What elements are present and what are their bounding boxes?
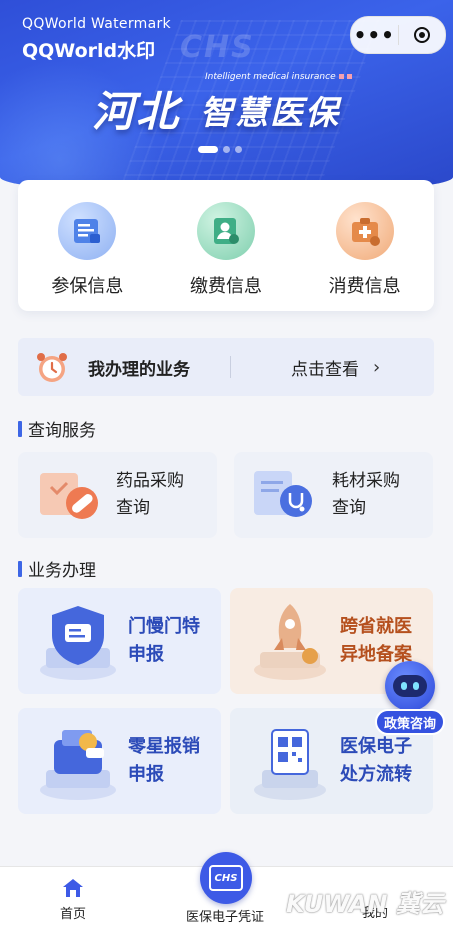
tab-home[interactable]: 首页 (60, 877, 86, 922)
business-item-text: 零星报销 申报 (128, 736, 200, 785)
watermark-logo: KUWAN 冀云 (286, 890, 444, 918)
e-voucher-label: 医保电子凭证 (186, 910, 265, 925)
section-title-query: 查询服务 (18, 416, 96, 441)
carousel-dot[interactable] (235, 146, 242, 153)
view-business-link[interactable]: 点击查看 (291, 355, 359, 380)
banner-chs-logo: CHS (180, 30, 255, 65)
my-business-title: 我办理的业务 (88, 359, 190, 380)
home-icon (63, 879, 83, 897)
quick-item-payment-info[interactable]: 缴费信息 (157, 180, 296, 311)
chs-robot-icon (385, 661, 435, 711)
quick-item-label: 消费信息 (328, 276, 401, 297)
quick-item-label: 缴费信息 (190, 276, 262, 297)
wallet-coin-icon (32, 718, 124, 804)
qr-code-icon (244, 718, 336, 804)
policy-consult-label: 政策咨询 (375, 709, 445, 735)
stethoscope-icon (252, 467, 316, 523)
more-dots-icon[interactable]: ••• (351, 25, 398, 45)
insurance-doc-icon (58, 202, 117, 260)
chevron-right-icon: › (373, 356, 381, 378)
query-item-text: 药品采购 查询 (116, 471, 184, 518)
business-item-text: 门慢门特 申报 (128, 616, 200, 665)
banner-english-subtitle: Intelligent medical insurance (205, 72, 352, 82)
rocket-icon (244, 598, 336, 684)
target-circle-icon (413, 27, 430, 43)
close-button[interactable] (399, 27, 446, 43)
banner-title-main: 河北 (92, 87, 181, 136)
miniprogram-capsule: ••• (350, 16, 446, 54)
alarm-clock-icon (37, 353, 67, 382)
shield-card-icon (32, 598, 124, 684)
my-business-bar[interactable]: 我办理的业务 点击查看 › (18, 338, 434, 396)
quick-item-insurance-info[interactable]: 参保信息 (18, 180, 157, 311)
quick-item-label: 参保信息 (51, 276, 124, 297)
query-item-text: 耗材采购 查询 (332, 471, 400, 518)
query-drug-purchase[interactable]: 药品采购 查询 (18, 452, 217, 538)
carousel-indicator[interactable] (198, 146, 242, 153)
medical-kit-icon (335, 202, 394, 260)
chs-voucher-icon: CHS (209, 865, 243, 891)
watermark-text: QQWorld Watermark (22, 16, 171, 32)
business-sporadic-reimbursement[interactable]: 零星报销 申报 (18, 708, 221, 814)
payment-user-icon (197, 202, 255, 260)
query-consumables-purchase[interactable]: 耗材采购 查询 (234, 452, 433, 538)
watermark-brand: QQWorld水印 (22, 40, 156, 62)
business-item-text: 医保电子 处方流转 (340, 736, 412, 785)
quick-menu-card: 参保信息 缴费信息 消费信息 (18, 180, 434, 311)
section-title-business: 业务办理 (18, 556, 96, 581)
banner-title-sub: 智慧医保 (200, 93, 340, 132)
divider (230, 356, 231, 378)
carousel-dot-active[interactable] (198, 146, 218, 153)
business-chronic-disease[interactable]: 门慢门特 申报 (18, 588, 221, 694)
quick-item-consumption-info[interactable]: 消费信息 (295, 180, 434, 311)
policy-consult-button[interactable]: 政策咨询 (375, 661, 445, 741)
carousel-dot[interactable] (223, 146, 230, 153)
e-voucher-button[interactable]: CHS (200, 852, 252, 904)
pill-icon (36, 467, 100, 523)
tab-label: 首页 (60, 907, 87, 922)
